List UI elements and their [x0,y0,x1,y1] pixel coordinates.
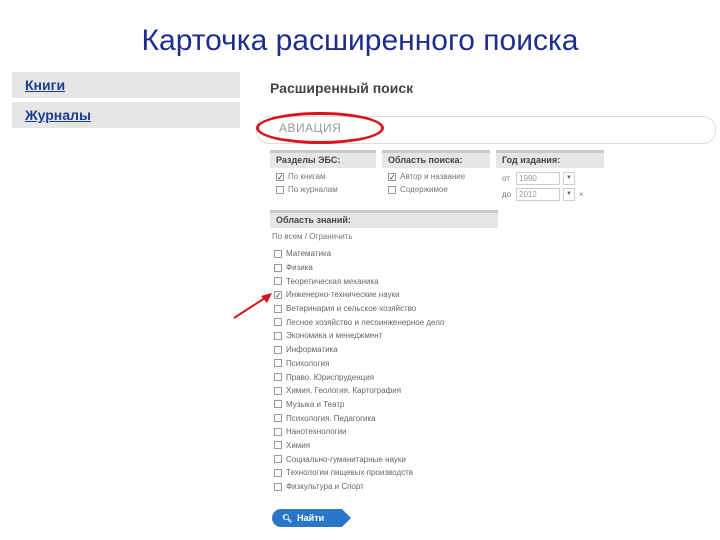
search-icon: 🔍︎ [282,513,293,523]
areas-list: Математика Физика Теоретическая механика Ин… [270,247,498,493]
area-item-label: Химия [286,440,311,450]
checkbox-icon[interactable] [274,427,282,436]
area-item[interactable]: Музыка и Театр [270,398,498,412]
slide-title: Карточка расширенного поиска [141,24,579,57]
highlight-ellipse [256,112,384,144]
area-item[interactable]: Физика [270,261,498,275]
scope-option-content[interactable]: Содержимое [388,183,484,196]
sections-panel-title: Разделы ЭБС: [270,153,376,168]
checkbox-icon[interactable] [274,331,282,340]
year-panel: Год издания: от 1990 ▼ до 2012 ▼ × [496,150,604,204]
area-item[interactable]: Экономика и менеджмент [270,329,498,343]
chevron-down-icon[interactable]: ▼ [563,171,575,185]
area-item[interactable]: Инженерно-технические науки [270,288,498,302]
option-label: По журналам [288,185,338,194]
area-item[interactable]: Ветеринария и сельское хозяйство [270,302,498,316]
area-item[interactable]: Лесное хозяйство и лесоинженерное дело [270,315,498,329]
area-item-label: Нанотехнологии [286,427,347,437]
chevron-down-icon[interactable]: ▼ [563,187,575,201]
checkbox-icon[interactable] [274,468,282,477]
area-item-label: Инженерно-технические науки [286,290,400,300]
scope-panel-title: Область поиска: [382,153,490,168]
page-title: Расширенный поиск [270,80,414,96]
checkbox-icon[interactable] [274,373,282,382]
area-item[interactable]: Информатика [270,343,498,357]
area-item-label: Теоретическая механика [286,276,379,286]
checkbox-icon[interactable] [274,455,282,464]
area-item[interactable]: Математика [270,247,498,261]
area-item-label: Физкультура и Спорт [286,482,364,492]
year-panel-title: Год издания: [496,153,604,168]
scope-panel: Область поиска: Автор и название Содержи… [382,150,490,198]
checkbox-icon[interactable] [274,277,282,286]
checkbox-icon[interactable] [274,414,282,423]
checkbox-icon[interactable] [274,345,282,354]
areas-panel-title: Область знаний: [270,213,498,228]
checkbox-icon[interactable] [274,263,282,272]
checkbox-icon[interactable] [274,359,282,368]
checkbox-icon[interactable] [388,185,396,194]
areas-filter-toggle[interactable]: По всем / Ограничить [270,228,498,247]
area-item[interactable]: Физкультура и Спорт [270,480,498,494]
area-item[interactable]: Химия. Геология. Картография [270,384,498,398]
checkbox-icon[interactable] [274,441,282,450]
area-item-label: Психология. Педагогика [286,413,376,423]
checkbox-icon[interactable] [388,172,396,181]
section-option-journals[interactable]: По журналам [276,183,370,196]
year-to-select[interactable]: 2012 [516,187,560,201]
checkbox-icon[interactable] [274,386,282,395]
checkbox-icon[interactable] [274,400,282,409]
area-item[interactable]: Химия [270,439,498,453]
area-item-label: Социально-гуманитарные науки [286,454,406,464]
sidebar-item-journals[interactable]: Журналы [12,102,240,128]
sidebar: Книги Журналы [12,72,240,132]
sidebar-item-books[interactable]: Книги [12,72,240,98]
area-item[interactable]: Право. Юриспруденция [270,370,498,384]
area-item[interactable]: Социально-гуманитарные науки [270,452,498,466]
pointer-arrow-icon [233,293,272,319]
year-from-label: от [502,173,510,183]
area-item-label: Химия. Геология. Картография [286,386,402,396]
area-item[interactable]: Психология [270,357,498,371]
area-item-label: Музыка и Театр [286,399,345,409]
year-from-select[interactable]: 1990 [516,171,560,185]
area-item-label: Технологии пищевых производств [286,468,414,478]
area-item[interactable]: Технологии пищевых производств [270,466,498,480]
area-item-label: Физика [286,263,313,273]
option-label: Содержимое [400,185,448,194]
area-item-label: Ветеринария и сельское хозяйство [286,304,417,314]
find-button-label: Найти [297,513,325,523]
area-item[interactable]: Психология. Педагогика [270,411,498,425]
section-option-books[interactable]: По книгам [276,170,370,183]
area-item-label: Экономика и менеджмент [286,331,383,341]
year-to-label: до [502,189,512,199]
area-item-label: Право. Юриспруденция [286,372,375,382]
area-item-label: Психология [286,358,330,368]
area-item[interactable]: Нанотехнологии [270,425,498,439]
checkbox-icon[interactable] [274,482,282,491]
area-item-label: Информатика [286,345,338,355]
checkbox-icon[interactable] [276,172,284,181]
area-item[interactable]: Теоретическая механика [270,274,498,288]
scope-option-author-title[interactable]: Автор и название [388,170,484,183]
area-item-label: Математика [286,249,332,259]
checkbox-icon[interactable] [274,249,282,258]
option-label: Автор и название [400,172,466,181]
area-item-label: Лесное хозяйство и лесоинженерное дело [286,317,445,327]
areas-panel: Область знаний: По всем / Ограничить Мат… [270,210,498,494]
checkbox-icon[interactable] [276,185,284,194]
sections-panel: Разделы ЭБС: По книгам По журналам [270,150,376,198]
clear-icon[interactable]: × [579,190,584,199]
option-label: По книгам [288,172,326,181]
find-button[interactable]: 🔍︎ Найти [272,509,351,527]
